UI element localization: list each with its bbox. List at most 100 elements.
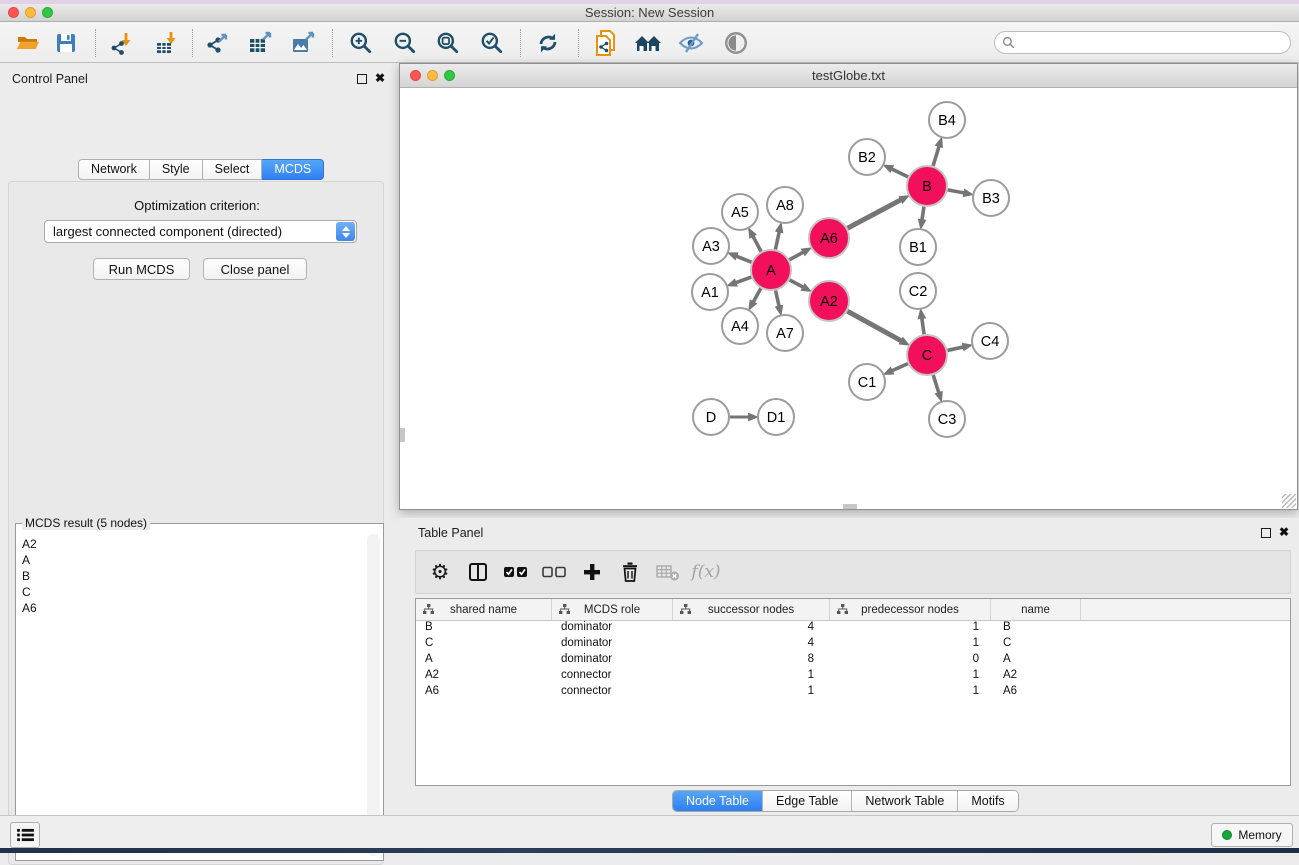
houses-icon <box>633 31 663 55</box>
graph-node-label: A2 <box>820 294 838 310</box>
hierarchy-icon <box>837 604 848 615</box>
tab-mcds[interactable]: MCDS <box>262 159 324 180</box>
graph-edge[interactable] <box>891 169 908 177</box>
search-field[interactable] <box>994 31 1291 54</box>
import-table-button[interactable] <box>148 27 184 59</box>
network-window-titlebar[interactable]: testGlobe.txt <box>400 64 1297 88</box>
memory-button[interactable]: Memory <box>1211 823 1293 847</box>
table-row[interactable]: A6connector11A6 <box>416 685 1290 701</box>
table-panel-title: Table Panel <box>418 526 483 540</box>
graph-edge[interactable] <box>753 236 761 252</box>
table-row[interactable]: A2connector11A2 <box>416 669 1290 685</box>
delete-column-button[interactable] <box>616 557 644 587</box>
graph-edge[interactable] <box>947 347 963 351</box>
tab-network[interactable]: Network <box>78 159 150 180</box>
tab-style[interactable]: Style <box>150 159 203 180</box>
control-panel-title: Control Panel <box>12 72 88 86</box>
close-table-panel-icon[interactable]: ✖ <box>1279 527 1289 538</box>
graph-edge[interactable] <box>847 311 901 341</box>
search-input[interactable] <box>1019 36 1279 50</box>
tab-select[interactable]: Select <box>203 159 263 180</box>
column-header-successor-nodes[interactable]: successor nodes <box>673 599 830 620</box>
graph-edge[interactable] <box>753 288 761 302</box>
graph-edge[interactable] <box>892 364 908 371</box>
tab-network-table[interactable]: Network Table <box>852 791 958 811</box>
zoom-network-button[interactable] <box>444 70 455 81</box>
network-home-button[interactable] <box>630 27 666 59</box>
hide-details-button[interactable] <box>673 27 709 59</box>
select-all-columns-button[interactable] <box>502 557 530 587</box>
column-header-shared-name[interactable]: shared name <box>416 599 552 620</box>
graph-edge[interactable] <box>789 252 803 260</box>
export-table-button[interactable] <box>243 27 279 59</box>
column-header-predecessor-nodes[interactable]: predecessor nodes <box>830 599 991 620</box>
table-body[interactable]: Bdominator41BCdominator41CAdominator80AA… <box>416 621 1290 701</box>
minimize-network-button[interactable] <box>427 70 438 81</box>
result-item[interactable]: A <box>22 552 37 568</box>
table-row[interactable]: Adominator80A <box>416 653 1290 669</box>
graph-edge[interactable] <box>933 146 939 166</box>
graph-edge[interactable] <box>790 280 804 287</box>
tab-edge-table[interactable]: Edge Table <box>763 791 852 811</box>
close-network-button[interactable] <box>410 70 421 81</box>
graph-edge[interactable] <box>933 375 939 393</box>
graph-edge[interactable] <box>775 231 779 249</box>
close-window-button[interactable] <box>8 7 19 18</box>
import-network-button[interactable] <box>103 27 139 59</box>
duplicate-network-button[interactable] <box>588 27 624 59</box>
result-scrollbar[interactable] <box>367 534 380 856</box>
graph-edge[interactable] <box>848 200 902 229</box>
graph-edge[interactable] <box>948 190 965 193</box>
create-column-button[interactable] <box>578 557 606 587</box>
open-file-button[interactable] <box>10 27 46 59</box>
trash-icon <box>621 562 639 582</box>
run-mcds-button[interactable]: Run MCDS <box>93 258 190 280</box>
close-panel-icon[interactable]: ✖ <box>375 73 385 84</box>
result-item[interactable]: C <box>22 584 37 600</box>
graph-edge[interactable] <box>735 277 751 283</box>
tab-motifs[interactable]: Motifs <box>958 791 1017 811</box>
minimize-window-button[interactable] <box>25 7 36 18</box>
refresh-layout-button[interactable] <box>530 27 566 59</box>
column-header-mcds-role[interactable]: MCDS role <box>552 599 673 620</box>
export-image-button[interactable] <box>286 27 322 59</box>
zoom-window-button[interactable] <box>42 7 53 18</box>
float-table-panel-icon[interactable] <box>1261 528 1271 538</box>
show-columns-button[interactable] <box>464 557 492 587</box>
canvas-vscroll-nub[interactable] <box>400 428 405 442</box>
network-canvas[interactable]: B4B2BB3A8A5A6A3B1AA1C2A2A4A7C4CC1C3DD1 <box>400 88 1297 509</box>
table-row[interactable]: Bdominator41B <box>416 621 1290 637</box>
show-details-button[interactable] <box>718 27 754 59</box>
zoom-out-button[interactable] <box>387 27 423 59</box>
graph-edge[interactable] <box>736 256 751 262</box>
graph-edge[interactable] <box>922 207 924 221</box>
network-graph[interactable]: B4B2BB3A8A5A6A3B1AA1C2A2A4A7C4CC1C3DD1 <box>400 88 1297 509</box>
column-header-name[interactable]: name <box>991 599 1081 620</box>
close-panel-button[interactable]: Close panel <box>203 258 307 280</box>
canvas-hscroll-nub[interactable] <box>843 504 857 509</box>
zoom-in-button[interactable] <box>343 27 379 59</box>
result-item[interactable]: A2 <box>22 536 37 552</box>
zoom-fit-icon <box>435 30 461 56</box>
criterion-dropdown[interactable]: largest connected component (directed) <box>44 220 357 243</box>
zoom-fit-button[interactable] <box>430 27 466 59</box>
graph-node-label: A6 <box>820 231 838 247</box>
table-options-button[interactable]: ⚙ <box>426 557 454 587</box>
graph-edge[interactable] <box>922 318 924 334</box>
deselect-all-columns-button[interactable] <box>540 557 568 587</box>
graph-edge[interactable] <box>776 290 780 306</box>
result-item[interactable]: A6 <box>22 600 37 616</box>
save-session-button[interactable] <box>48 27 84 59</box>
panels-menu-button[interactable] <box>10 822 40 848</box>
resize-grip-icon[interactable] <box>1282 494 1296 508</box>
columns-icon <box>468 562 488 582</box>
mcds-result-list[interactable]: A2ABCA6 <box>22 536 37 616</box>
table-row[interactable]: Cdominator41C <box>416 637 1290 653</box>
zoom-selected-button[interactable] <box>474 27 510 59</box>
export-network-button[interactable] <box>200 27 236 59</box>
result-item[interactable]: B <box>22 568 37 584</box>
list-icon <box>17 828 34 842</box>
tab-node-table[interactable]: Node Table <box>673 791 763 811</box>
save-floppy-icon <box>54 31 78 55</box>
float-panel-icon[interactable] <box>357 74 367 84</box>
